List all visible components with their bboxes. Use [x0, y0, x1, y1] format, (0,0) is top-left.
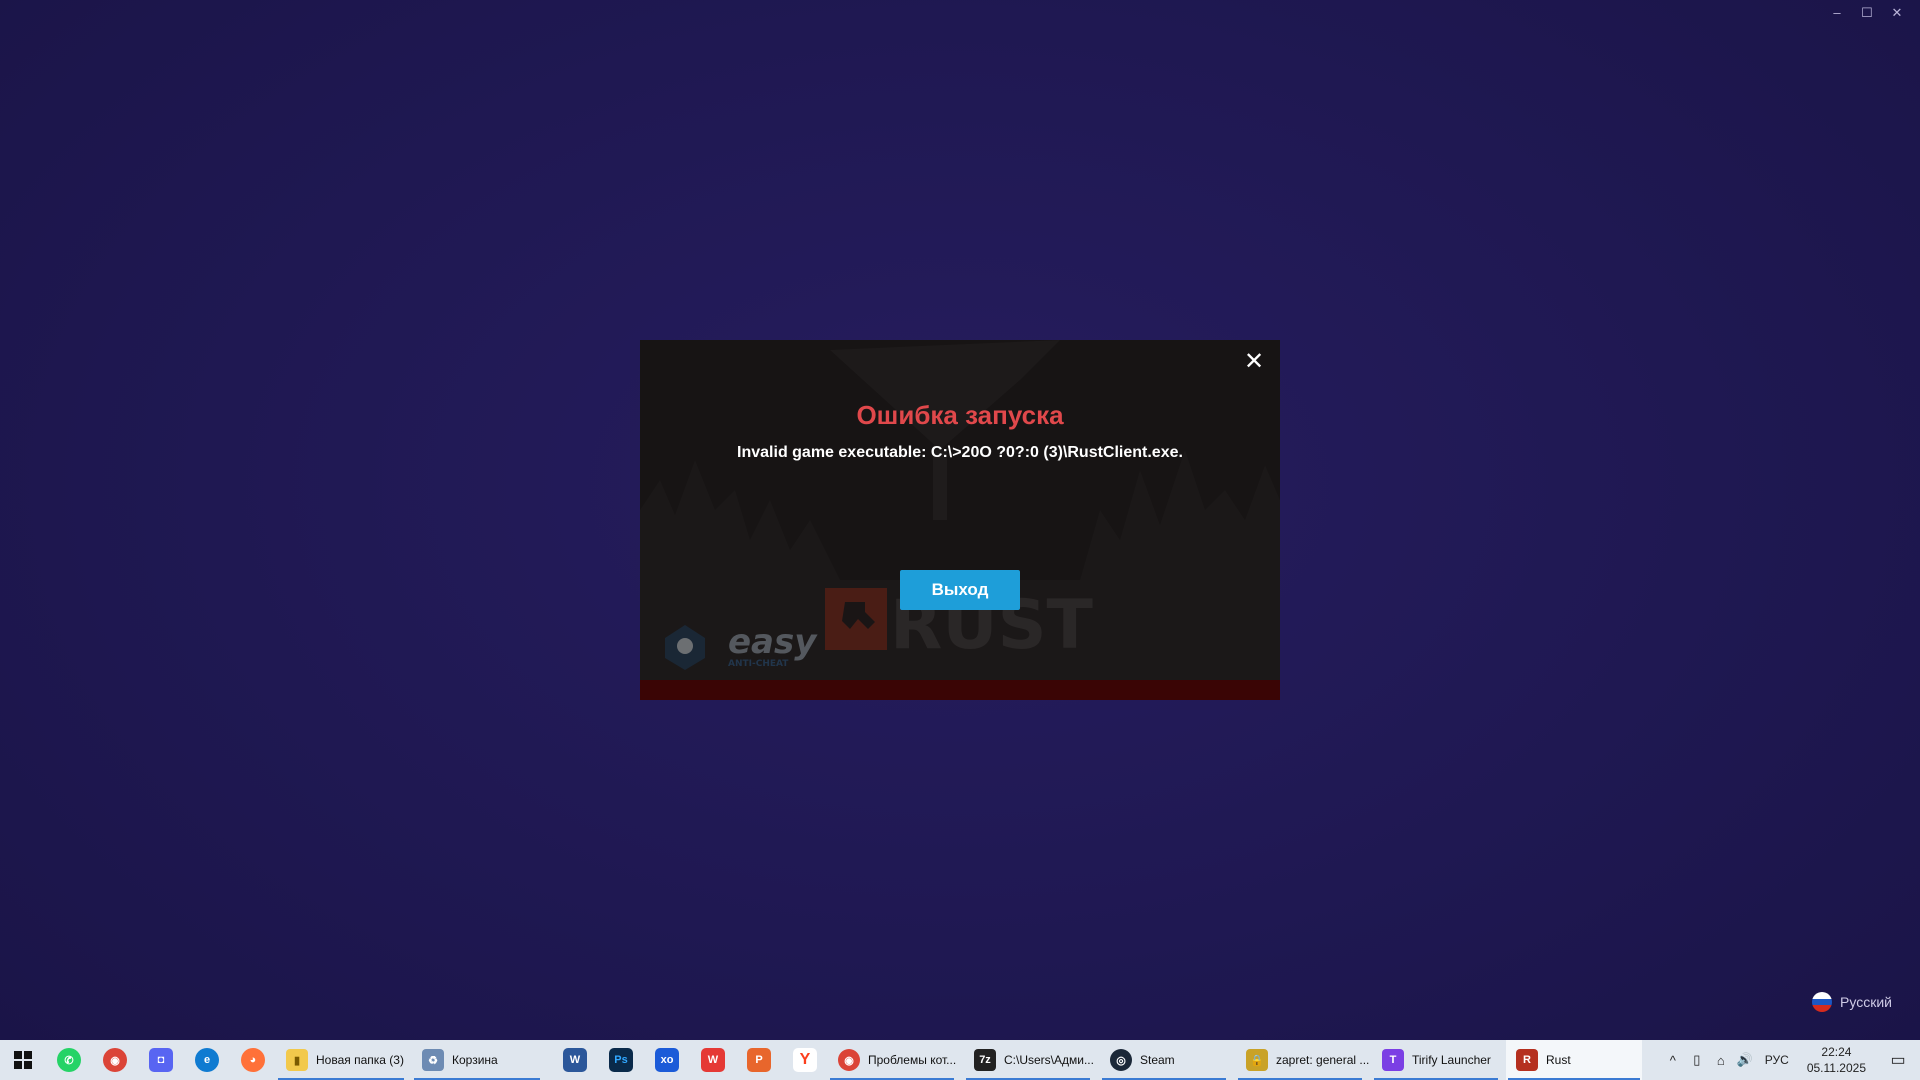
7zip-icon: 7z — [974, 1049, 996, 1071]
show-hidden-icons-chevron-icon[interactable]: ^ — [1661, 1053, 1685, 1068]
task-label: zapret: general ... — [1276, 1053, 1370, 1067]
task-label: C:\Users\Адми... — [1004, 1053, 1094, 1067]
taskbar-pinned-yandex[interactable]: Y — [782, 1040, 828, 1080]
task-label: Корзина — [452, 1053, 498, 1067]
clock-time: 22:24 — [1821, 1045, 1852, 1059]
dialog-close-button[interactable]: ✕ — [1242, 350, 1266, 374]
lock-icon: 🔒 — [1246, 1049, 1268, 1071]
wps-presentation-icon: P — [747, 1048, 771, 1072]
folder-icon: ▮ — [286, 1049, 308, 1071]
taskbar-task-rust[interactable]: R Rust — [1506, 1040, 1642, 1080]
window-controls: – ☐ ✕ — [1826, 4, 1908, 22]
language-label: Русский — [1840, 994, 1892, 1010]
taskbar-pinned-app[interactable]: ◘ — [138, 1040, 184, 1080]
firefox-icon: ◕ — [241, 1048, 265, 1072]
chrome-icon: ◉ — [103, 1048, 127, 1072]
taskbar: ✆ ◉ ◘ e ◕ ▮ Новая папка (3) ♻ Корзина W … — [0, 1040, 1920, 1080]
minimize-button[interactable]: – — [1826, 4, 1848, 22]
word-icon: W — [563, 1048, 587, 1072]
dialog-bottom-bar — [640, 680, 1280, 700]
taskbar-task-steam[interactable]: ◎ Steam — [1100, 1040, 1228, 1080]
whatsapp-icon: ✆ — [57, 1048, 81, 1072]
taskbar-pinned-edge[interactable]: e — [184, 1040, 230, 1080]
wps-icon: W — [701, 1048, 725, 1072]
anticheat-logo-text: ANTI-CHEAT — [728, 659, 789, 669]
windows-logo-icon — [14, 1051, 32, 1069]
clock[interactable]: 22:24 05.11.2025 — [1797, 1044, 1876, 1076]
task-label: Проблемы кот... — [868, 1053, 957, 1067]
taskbar-pinned-xbox[interactable]: xo — [644, 1040, 690, 1080]
taskbar-task-zapret[interactable]: 🔒 zapret: general ... — [1236, 1040, 1369, 1080]
taskbar-pinned-whatsapp[interactable]: ✆ — [46, 1040, 92, 1080]
system-tray: ^ ▯ ⌂ 🔊 РУС 22:24 05.11.2025 ▭ — [1661, 1040, 1920, 1080]
taskbar-task-recycle-bin[interactable]: ♻ Корзина — [412, 1040, 542, 1080]
launch-error-dialog: easy ANTI-CHEAT RUST ✕ Ошибка запуска In… — [640, 340, 1280, 700]
taskbar-task-7zip[interactable]: 7z C:\Users\Адми... — [964, 1040, 1094, 1080]
notification-center-button[interactable]: ▭ — [1876, 1040, 1920, 1080]
edge-icon: e — [195, 1048, 219, 1072]
chrome-task-icon: ◉ — [838, 1049, 860, 1071]
exit-button[interactable]: Выход — [900, 570, 1020, 610]
recycle-bin-icon: ♻ — [422, 1049, 444, 1071]
steam-icon: ◎ — [1110, 1049, 1132, 1071]
task-label: Новая папка (3) — [316, 1053, 404, 1067]
input-language-indicator[interactable]: РУС — [1757, 1053, 1797, 1067]
xbox-app-icon: xo — [655, 1048, 679, 1072]
rust-icon: R — [1516, 1049, 1538, 1071]
taskbar-pinned-photoshop[interactable]: Ps — [598, 1040, 644, 1080]
network-icon[interactable]: ⌂ — [1709, 1053, 1733, 1068]
tirify-icon: T — [1382, 1049, 1404, 1071]
taskbar-pinned-wps[interactable]: W — [690, 1040, 736, 1080]
discord-like-icon: ◘ — [149, 1048, 173, 1072]
taskbar-pinned-word[interactable]: W — [552, 1040, 598, 1080]
maximize-button[interactable]: ☐ — [1856, 4, 1878, 22]
easy-logo-text: easy — [728, 622, 818, 662]
window-close-button[interactable]: ✕ — [1886, 4, 1908, 22]
dialog-message: Invalid game executable: C:\>20O ?0?:0 (… — [737, 444, 1183, 461]
language-indicator[interactable]: Русский — [1812, 992, 1892, 1012]
taskbar-pinned-wps-presentation[interactable]: P — [736, 1040, 782, 1080]
dialog-title: Ошибка запуска — [856, 400, 1064, 430]
volume-icon[interactable]: 🔊 — [1733, 1052, 1757, 1068]
taskbar-task-tirify[interactable]: T Tirify Launcher — [1372, 1040, 1500, 1080]
dialog-background-art: easy ANTI-CHEAT RUST — [640, 340, 1280, 680]
photoshop-icon: Ps — [609, 1048, 633, 1072]
taskbar-pinned-chrome[interactable]: ◉ — [92, 1040, 138, 1080]
clock-date: 05.11.2025 — [1806, 1061, 1866, 1075]
notification-icon: ▭ — [1890, 1052, 1906, 1069]
russia-flag-icon — [1812, 992, 1833, 1012]
yandex-icon: Y — [793, 1048, 817, 1072]
start-button[interactable] — [0, 1040, 46, 1080]
taskbar-task-chrome[interactable]: ◉ Проблемы кот... — [828, 1040, 956, 1080]
task-label: Rust — [1546, 1053, 1571, 1067]
task-label: Tirify Launcher — [1412, 1053, 1491, 1067]
usb-device-icon[interactable]: ▯ — [1685, 1052, 1709, 1068]
task-label: Steam — [1140, 1053, 1175, 1067]
taskbar-task-folder[interactable]: ▮ Новая папка (3) — [276, 1040, 406, 1080]
taskbar-pinned-firefox[interactable]: ◕ — [230, 1040, 276, 1080]
